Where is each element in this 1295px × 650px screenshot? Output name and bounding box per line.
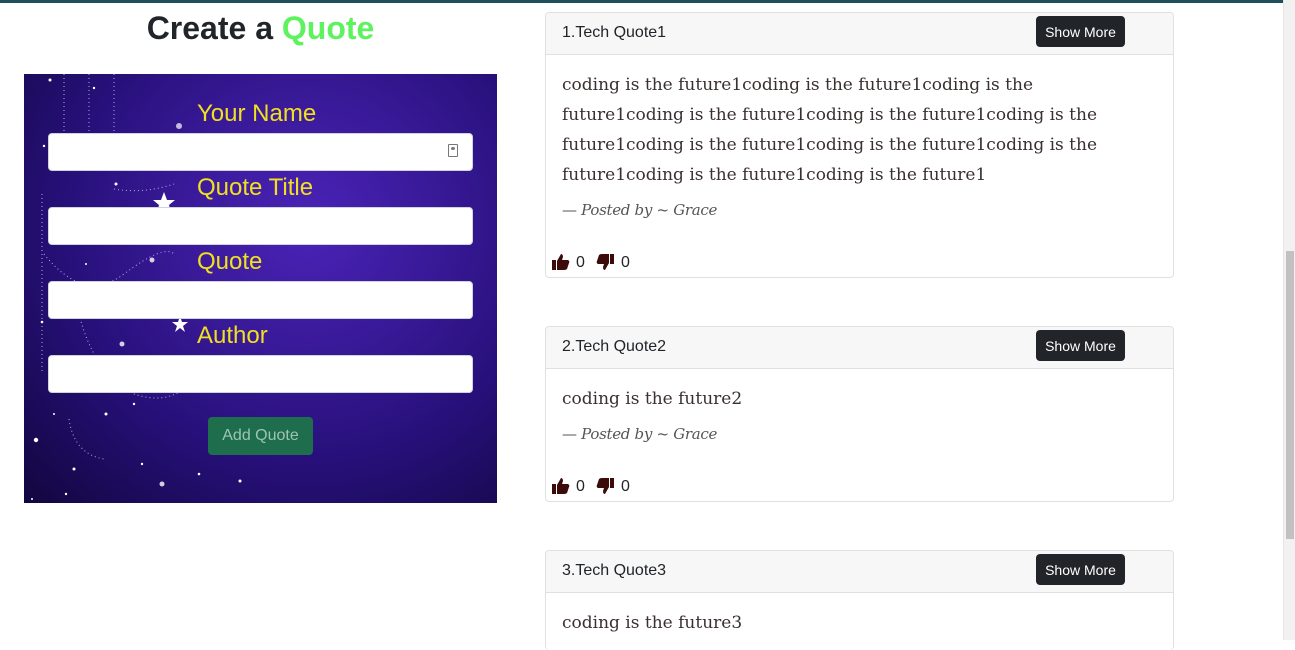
like-count: 0 [576, 254, 585, 271]
form-title: Create a Quote [24, 10, 497, 47]
dislike-count: 0 [621, 478, 630, 495]
author-label: Author [197, 322, 268, 349]
posted-by: — Posted by ~ Grace [562, 201, 718, 219]
quote-text: coding is the future2 [562, 389, 743, 409]
your-name-label: Your Name [197, 100, 317, 127]
quote-card-header: 1.Tech Quote1 Show More [546, 13, 1173, 55]
your-name-input[interactable] [48, 133, 473, 171]
quote-card: 3.Tech Quote3 Show More coding is the fu… [545, 550, 1174, 650]
quote-card: 2.Tech Quote2 Show More coding is the fu… [545, 326, 1174, 502]
quote-title: 2.Tech Quote2 [562, 338, 667, 355]
quote-card: 1.Tech Quote1 Show More coding is the fu… [545, 12, 1174, 278]
like-count: 0 [576, 478, 585, 495]
show-more-button[interactable]: Show More [1036, 554, 1125, 585]
author-input[interactable] [48, 355, 473, 393]
page-scrollbar[interactable] [1283, 0, 1295, 640]
quote-input[interactable] [48, 281, 473, 319]
show-more-button[interactable]: Show More [1036, 330, 1125, 361]
thumbs-down-icon[interactable] [596, 253, 614, 271]
top-border [0, 0, 1295, 3]
quote-title-label: Quote Title [197, 174, 314, 201]
show-more-button[interactable]: Show More [1036, 16, 1125, 47]
form-title-prefix: Create a [146, 10, 273, 46]
quote-card-header: 2.Tech Quote2 Show More [546, 327, 1173, 369]
contact-card-icon [448, 144, 458, 157]
quote-form-panel: Your Name Quote Title Quote Author Add Q… [24, 74, 497, 503]
posted-by: — Posted by ~ Grace [562, 425, 718, 443]
dislike-count: 0 [621, 254, 630, 271]
quote-title: 1.Tech Quote1 [562, 24, 667, 41]
quote-text: coding is the future1coding is the futur… [562, 75, 1098, 185]
form-title-accent: Quote [281, 10, 375, 46]
thumbs-up-icon[interactable] [552, 477, 570, 495]
quote-title: 3.Tech Quote3 [562, 562, 667, 579]
quote-title-input[interactable] [48, 207, 473, 245]
thumbs-up-icon[interactable] [552, 253, 570, 271]
add-quote-button[interactable]: Add Quote [208, 417, 313, 455]
thumbs-down-icon[interactable] [596, 477, 614, 495]
quote-label: Quote [197, 248, 263, 275]
quote-text: coding is the future3 [562, 613, 743, 633]
quote-card-header: 3.Tech Quote3 Show More [546, 551, 1173, 593]
scrollbar-thumb[interactable] [1286, 251, 1294, 539]
